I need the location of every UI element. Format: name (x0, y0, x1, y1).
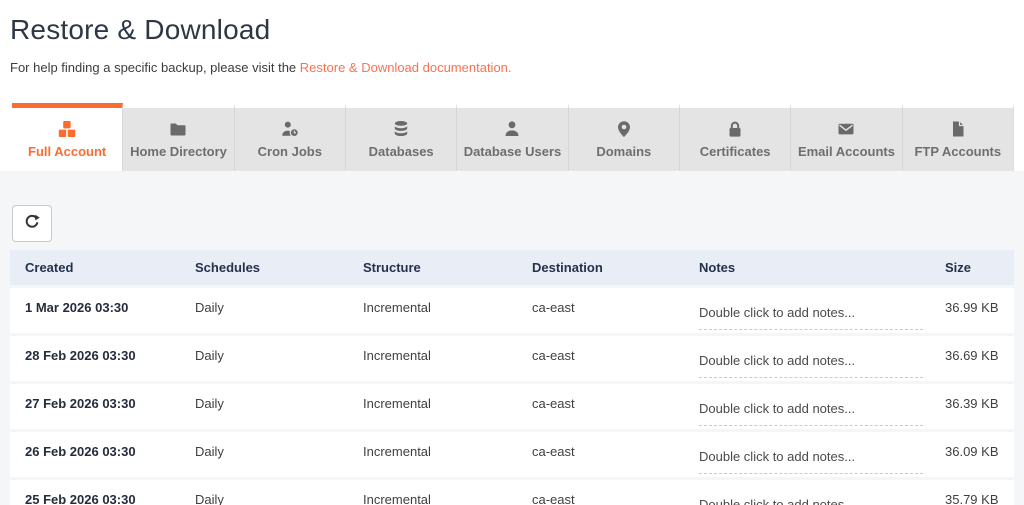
column-header-schedules: Schedules (195, 260, 261, 275)
destination-cell: ca-east (532, 300, 575, 315)
notes-cell: Double click to add notes... (684, 432, 935, 474)
created-cell: 28 Feb 2026 03:30 (25, 348, 136, 363)
database-icon (392, 120, 410, 138)
tab-email-accounts[interactable]: Email Accounts (791, 103, 903, 171)
schedule-cell: Daily (195, 492, 224, 505)
schedule-cell: Daily (195, 444, 224, 459)
map-pin-icon (615, 120, 633, 138)
notes-editable[interactable]: Double click to add notes... (699, 449, 923, 474)
structure-cell: Incremental (363, 444, 431, 459)
schedule-cell: Daily (195, 348, 224, 363)
created-cell: 26 Feb 2026 03:30 (25, 444, 136, 459)
destination-cell: ca-east (532, 444, 575, 459)
size-cell: 36.99 KB (945, 300, 999, 315)
page-header: Restore & Download For help finding a sp… (0, 0, 1024, 76)
backup-row[interactable]: 27 Feb 2026 03:30 Daily Incremental ca-e… (10, 384, 1014, 429)
created-cell: 1 Mar 2026 03:30 (25, 300, 129, 315)
backup-row[interactable]: 26 Feb 2026 03:30 Daily Incremental ca-e… (10, 432, 1014, 477)
tab-database-users[interactable]: Database Users (457, 103, 569, 171)
destination-cell: ca-east (532, 492, 575, 505)
lock-icon (726, 120, 744, 138)
table-header-row: Created Schedules Structure Destination … (10, 250, 1014, 285)
tab-domains[interactable]: Domains (568, 103, 680, 171)
notes-editable[interactable]: Double click to add notes... (699, 401, 923, 426)
tab-cron-jobs[interactable]: Cron Jobs (234, 103, 346, 171)
column-header-size: Size (945, 260, 972, 275)
tab-full-account[interactable]: Full Account (12, 103, 124, 171)
envelope-icon (837, 120, 855, 138)
schedule-cell: Daily (195, 396, 224, 411)
size-cell: 35.79 KB (945, 492, 999, 505)
size-cell: 36.69 KB (945, 348, 999, 363)
tab-label: Database Users (463, 144, 562, 159)
documentation-link[interactable]: Restore & Download documentation. (300, 60, 512, 75)
tab-databases[interactable]: Databases (345, 103, 458, 171)
backups-table: Created Schedules Structure Destination … (10, 250, 1014, 505)
notes-editable[interactable]: Double click to add notes... (699, 305, 923, 330)
tab-label: Certificates (699, 144, 771, 159)
refresh-button[interactable] (12, 205, 52, 242)
tab-ftp-accounts[interactable]: FTP Accounts (902, 103, 1014, 171)
cubes-icon (58, 120, 76, 138)
file-icon (949, 120, 967, 138)
column-header-created: Created (25, 260, 74, 275)
created-cell: 25 Feb 2026 03:30 (25, 492, 136, 505)
tab-bar: Full Account Home Directory Cron Jobs Da… (12, 103, 1014, 171)
column-header-notes: Notes (699, 260, 736, 275)
schedule-cell: Daily (195, 300, 224, 315)
backup-row[interactable]: 1 Mar 2026 03:30 Daily Incremental ca-ea… (10, 288, 1014, 333)
structure-cell: Incremental (363, 348, 431, 363)
notes-cell: Double click to add notes... (684, 288, 935, 330)
notes-editable[interactable]: Double click to add notes... (699, 497, 923, 505)
notes-cell: Double click to add notes... (684, 384, 935, 426)
tab-label: Cron Jobs (257, 144, 322, 159)
column-header-destination: Destination (532, 260, 603, 275)
tab-label: Email Accounts (797, 144, 895, 159)
backup-row[interactable]: 28 Feb 2026 03:30 Daily Incremental ca-e… (10, 336, 1014, 381)
created-cell: 27 Feb 2026 03:30 (25, 396, 136, 411)
tab-label: Databases (368, 144, 434, 159)
page-subtitle: For help finding a specific backup, plea… (10, 60, 1014, 76)
notes-cell: Double click to add notes... (684, 480, 935, 505)
structure-cell: Incremental (363, 492, 431, 505)
tab-certificates[interactable]: Certificates (679, 103, 792, 171)
folder-icon (169, 120, 187, 138)
destination-cell: ca-east (532, 396, 575, 411)
tab-label: Full Account (28, 144, 107, 159)
refresh-icon (23, 213, 41, 234)
user-clock-icon (281, 120, 299, 138)
structure-cell: Incremental (363, 300, 431, 315)
backup-row[interactable]: 25 Feb 2026 03:30 Daily Incremental ca-e… (10, 480, 1014, 505)
page-title: Restore & Download (10, 14, 271, 45)
tab-home-directory[interactable]: Home Directory (123, 103, 235, 171)
structure-cell: Incremental (363, 396, 431, 411)
destination-cell: ca-east (532, 348, 575, 363)
notes-cell: Double click to add notes... (684, 336, 935, 378)
column-header-structure: Structure (363, 260, 421, 275)
size-cell: 36.39 KB (945, 396, 999, 411)
tab-label: Domains (596, 144, 652, 159)
tab-label: Home Directory (130, 144, 227, 159)
user-icon (503, 120, 521, 138)
notes-editable[interactable]: Double click to add notes... (699, 353, 923, 378)
subtitle-text: For help finding a specific backup, plea… (10, 60, 300, 75)
size-cell: 36.09 KB (945, 444, 999, 459)
content-area: Created Schedules Structure Destination … (0, 171, 1024, 505)
tab-label: FTP Accounts (914, 144, 1002, 159)
